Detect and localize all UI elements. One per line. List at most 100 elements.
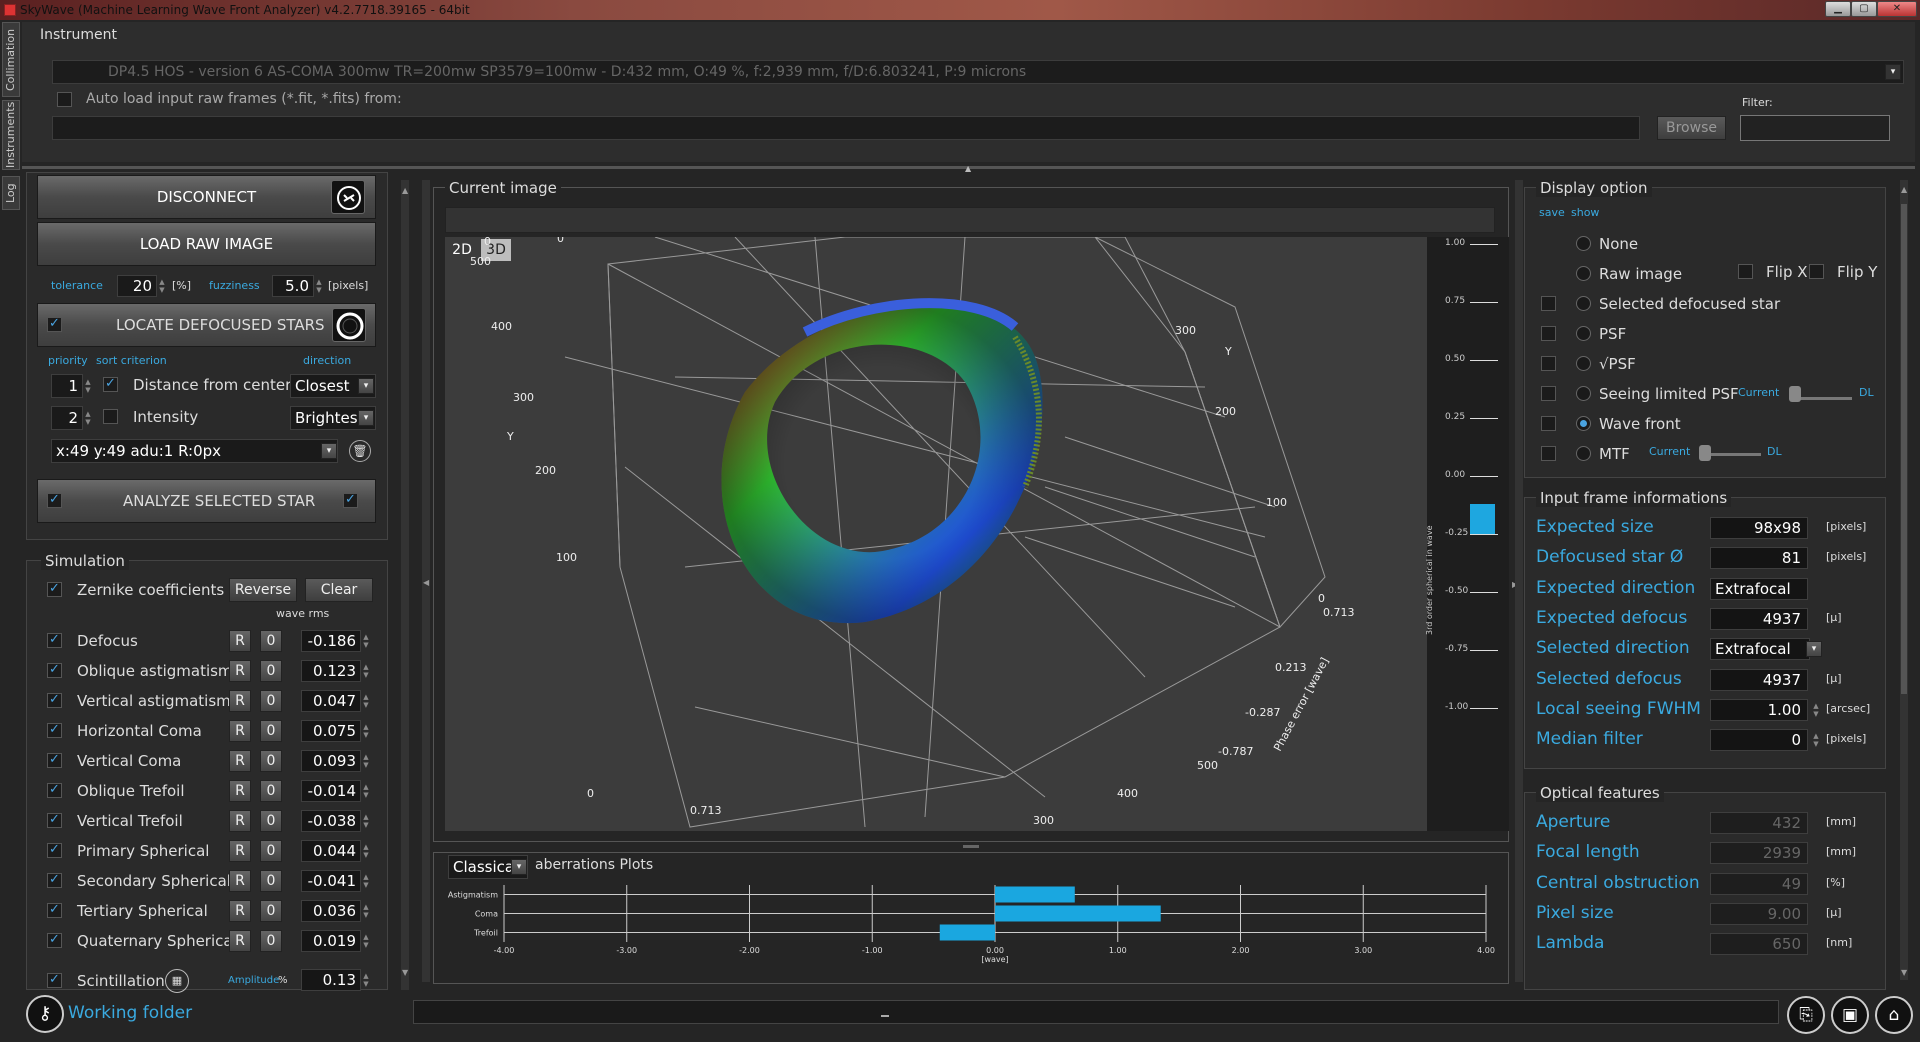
info-value[interactable]: Extrafocal: [1710, 577, 1808, 600]
fuzziness-stepper[interactable]: ▲ ▼: [315, 278, 323, 294]
browse-button[interactable]: Browse: [1657, 116, 1726, 140]
coefficient-value[interactable]: -0.038: [301, 810, 361, 832]
display-option-radio[interactable]: [1576, 446, 1591, 461]
coefficient-checkbox[interactable]: [47, 782, 62, 798]
save-option-checkbox[interactable]: [1541, 416, 1556, 431]
reset-coefficient-button[interactable]: R: [229, 660, 251, 682]
zero-coefficient-button[interactable]: 0: [260, 810, 282, 832]
zero-coefficient-button[interactable]: 0: [260, 780, 282, 802]
save-icon[interactable]: ▣: [1831, 996, 1869, 1034]
analyze-checkbox-right[interactable]: [343, 492, 358, 508]
coefficient-checkbox[interactable]: [47, 722, 62, 738]
connection-icon[interactable]: [331, 180, 365, 214]
tolerance-input[interactable]: 20: [117, 275, 157, 297]
criterion-checkbox-1[interactable]: [103, 376, 118, 392]
center-right-splitter[interactable]: [1515, 180, 1523, 982]
zero-coefficient-button[interactable]: 0: [260, 630, 282, 652]
coefficient-stepper[interactable]: ▲ ▼: [362, 633, 370, 649]
filter-input[interactable]: [1740, 115, 1890, 141]
coefficient-stepper[interactable]: ▲ ▼: [362, 813, 370, 829]
coefficient-checkbox[interactable]: [47, 692, 62, 708]
calculator-icon[interactable]: ▦: [165, 969, 189, 993]
scroll-down-icon[interactable]: ▼: [1901, 968, 1907, 977]
info-value[interactable]: 1.00: [1710, 698, 1808, 721]
zero-coefficient-button[interactable]: 0: [260, 720, 282, 742]
save-option-checkbox[interactable]: [1541, 356, 1556, 371]
coefficient-stepper[interactable]: ▲ ▼: [362, 753, 370, 769]
display-option-radio[interactable]: [1576, 296, 1591, 311]
coefficient-value[interactable]: 0.075: [301, 720, 361, 742]
reset-coefficient-button[interactable]: R: [229, 630, 251, 652]
star-info-select[interactable]: x:49 y:49 adu:1 R:0px: [51, 439, 338, 463]
fuzziness-input[interactable]: 5.0: [272, 275, 314, 297]
seeing-stepper[interactable]: ▲ ▼: [1812, 702, 1820, 718]
coefficient-checkbox[interactable]: [47, 812, 62, 828]
chevron-down-icon[interactable]: ▾: [358, 410, 374, 426]
save-option-checkbox[interactable]: [1541, 386, 1556, 401]
display-option-radio[interactable]: [1576, 386, 1591, 401]
save-option-checkbox[interactable]: [1541, 446, 1556, 461]
amplitude-stepper[interactable]: ▲ ▼: [362, 972, 370, 988]
display-option-radio[interactable]: [1576, 236, 1591, 251]
coefficient-value[interactable]: -0.014: [301, 780, 361, 802]
criterion-checkbox-2[interactable]: [103, 409, 118, 424]
zero-coefficient-button[interactable]: 0: [260, 930, 282, 952]
info-value[interactable]: 81: [1710, 547, 1808, 570]
reset-coefficient-button[interactable]: R: [229, 900, 251, 922]
working-folder-link[interactable]: Working folder: [68, 1003, 192, 1023]
scroll-down-icon[interactable]: ▼: [402, 968, 408, 977]
right-scrollbar-thumb[interactable]: [1901, 204, 1907, 694]
coefficient-stepper[interactable]: ▲ ▼: [362, 873, 370, 889]
chevron-down-icon[interactable]: ▾: [511, 859, 527, 875]
mtf-slider-handle[interactable]: [1699, 445, 1711, 461]
minimize-button[interactable]: ▁: [1825, 1, 1851, 17]
load-raw-image-button[interactable]: LOAD RAW IMAGE: [37, 222, 376, 266]
coefficient-stepper[interactable]: ▲ ▼: [362, 783, 370, 799]
reset-coefficient-button[interactable]: R: [229, 690, 251, 712]
chevron-down-icon[interactable]: ▾: [1806, 641, 1822, 658]
reset-coefficient-button[interactable]: R: [229, 840, 251, 862]
flip-y-checkbox[interactable]: [1809, 264, 1824, 279]
info-value[interactable]: 4937: [1710, 668, 1808, 691]
chevron-down-icon[interactable]: ▾: [1885, 64, 1901, 80]
info-value[interactable]: 98x98: [1710, 517, 1808, 539]
coefficient-stepper[interactable]: ▲ ▼: [362, 723, 370, 739]
trash-icon[interactable]: 🗑: [349, 440, 371, 462]
key-icon[interactable]: ⚷: [26, 995, 64, 1033]
display-option-radio[interactable]: [1576, 326, 1591, 341]
info-value[interactable]: 0: [1710, 729, 1808, 752]
tab-instruments[interactable]: Instruments: [2, 100, 20, 170]
zero-coefficient-button[interactable]: 0: [260, 660, 282, 682]
home-icon[interactable]: ⌂: [1875, 996, 1913, 1034]
tab-log[interactable]: Log: [2, 176, 20, 210]
reverse-button[interactable]: Reverse: [229, 578, 297, 602]
export-folder-icon[interactable]: ⎘: [1787, 996, 1825, 1034]
coefficient-value[interactable]: 0.047: [301, 690, 361, 712]
coefficient-stepper[interactable]: ▲ ▼: [362, 903, 370, 919]
tolerance-stepper[interactable]: ▲ ▼: [158, 278, 166, 294]
coefficient-value[interactable]: 0.044: [301, 840, 361, 862]
coefficient-value[interactable]: 0.036: [301, 900, 361, 922]
reset-coefficient-button[interactable]: R: [229, 870, 251, 892]
priority-stepper-2[interactable]: ▲ ▼: [84, 410, 92, 426]
coefficient-value[interactable]: 0.093: [301, 750, 361, 772]
chevron-left-icon[interactable]: ◀: [423, 578, 429, 587]
coefficient-checkbox[interactable]: [47, 902, 62, 918]
zero-coefficient-button[interactable]: 0: [260, 690, 282, 712]
priority-input-2[interactable]: 2: [51, 406, 83, 430]
reset-coefficient-button[interactable]: R: [229, 720, 251, 742]
coefficient-value[interactable]: 0.019: [301, 930, 361, 952]
coefficient-value[interactable]: 0.123: [301, 660, 361, 682]
zero-coefficient-button[interactable]: 0: [260, 900, 282, 922]
locate-checkbox[interactable]: [47, 316, 62, 332]
priority-input-1[interactable]: 1: [51, 374, 83, 398]
zero-coefficient-button[interactable]: 0: [260, 750, 282, 772]
save-option-checkbox[interactable]: [1541, 296, 1556, 311]
coefficient-checkbox[interactable]: [47, 752, 62, 768]
zero-coefficient-button[interactable]: 0: [260, 870, 282, 892]
reset-coefficient-button[interactable]: R: [229, 750, 251, 772]
coefficient-checkbox[interactable]: [47, 662, 62, 678]
coefficient-stepper[interactable]: ▲ ▼: [362, 693, 370, 709]
display-option-radio[interactable]: [1576, 356, 1591, 371]
reset-coefficient-button[interactable]: R: [229, 780, 251, 802]
